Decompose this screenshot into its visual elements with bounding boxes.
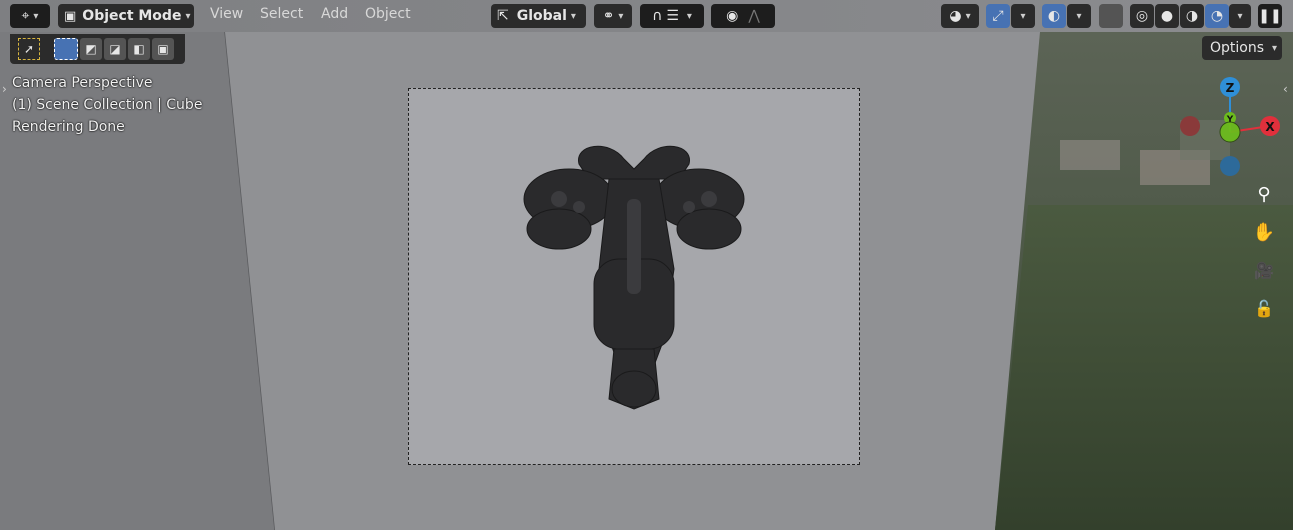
overlay-dropdown[interactable]: ▾ xyxy=(1067,4,1091,28)
chevron-down-icon: ▾ xyxy=(965,10,971,22)
shading-dropdown[interactable]: ▾ xyxy=(1229,4,1251,28)
zoom-icon: ⚲ xyxy=(1257,183,1271,205)
object-mode-icon: ▣ xyxy=(64,8,77,24)
extend-icon: ◩ xyxy=(85,42,97,56)
tool-settings-bar: ➚ ◩ ◪ ◧ ▣ xyxy=(10,34,185,64)
pause-render-button[interactable]: ❚❚ xyxy=(1258,4,1282,28)
snap-toggle[interactable]: ∩ ☰ ▾ xyxy=(640,4,704,28)
select-intersect-button[interactable]: ▣ xyxy=(152,38,174,60)
pan-hand-icon: ✋ xyxy=(1252,221,1276,243)
menu-object[interactable]: Object xyxy=(365,6,411,22)
rendered-sculpture-image xyxy=(523,145,745,410)
gizmo-toggle[interactable]: ⤢ xyxy=(986,4,1010,28)
chevron-down-icon: ▾ xyxy=(185,10,191,22)
render-status-label: Rendering Done xyxy=(12,119,125,135)
invert-icon: ◧ xyxy=(133,42,145,56)
camera-view-button[interactable]: 🎥 xyxy=(1250,256,1278,284)
chevron-down-icon: ▾ xyxy=(686,10,692,22)
pan-button[interactable]: ✋ xyxy=(1250,218,1278,246)
toolbar-expand-icon[interactable]: › xyxy=(2,82,7,96)
scene-collection-label: (1) Scene Collection | Cube xyxy=(12,97,203,113)
camera-frame xyxy=(408,88,860,465)
select-new-button[interactable] xyxy=(54,38,78,60)
select-subtract-button[interactable]: ◪ xyxy=(104,38,126,60)
menu-add[interactable]: Add xyxy=(321,6,348,22)
camera-perspective-label: Camera Perspective xyxy=(12,75,153,91)
pivot-icon: ⚭ xyxy=(602,8,615,24)
axis-z-label: Z xyxy=(1226,81,1235,95)
axis-neg-y-handle[interactable] xyxy=(1219,121,1241,143)
xray-toggle[interactable] xyxy=(1099,4,1123,28)
wireframe-shading-icon: ◎ xyxy=(1135,8,1149,24)
falloff-icon: ⋀ xyxy=(748,8,760,24)
lock-camera-button[interactable]: 🔓 xyxy=(1250,294,1278,322)
chevron-down-icon: ▾ xyxy=(1237,10,1243,22)
object-mode-dropdown[interactable]: ▣ Object Mode ▾ xyxy=(58,4,194,28)
snap-target-icon: ☰ xyxy=(666,8,679,24)
axis-neg-z-handle[interactable] xyxy=(1220,156,1240,176)
editor-type-icon: ⌖ xyxy=(21,8,30,24)
snap-icon: ∩ xyxy=(652,8,663,24)
wireframe-shading-button[interactable]: ◎ xyxy=(1130,4,1154,28)
chevron-down-icon: ▾ xyxy=(1076,10,1082,22)
solid-shading-button[interactable]: ● xyxy=(1155,4,1179,28)
subtract-icon: ◪ xyxy=(109,42,121,56)
overlay-icon: ◐ xyxy=(1047,8,1061,24)
orientation-icon: ⇱ xyxy=(497,8,509,24)
visibility-icon: ◕ xyxy=(949,8,962,24)
object-mode-label: Object Mode xyxy=(82,8,182,24)
pivot-dropdown[interactable]: ⚭ ▾ xyxy=(594,4,632,28)
intersect-icon: ▣ xyxy=(157,42,169,56)
material-shading-button[interactable]: ◑ xyxy=(1180,4,1204,28)
select-box-icon[interactable]: ➚ xyxy=(18,38,40,60)
rendered-shading-icon: ◔ xyxy=(1210,8,1224,24)
select-invert-button[interactable]: ◧ xyxy=(128,38,150,60)
gizmo-dropdown[interactable]: ▾ xyxy=(1011,4,1035,28)
axis-x-label: X xyxy=(1265,120,1275,134)
chevron-down-icon: ▾ xyxy=(1272,42,1278,54)
gizmo-icon: ⤢ xyxy=(992,8,1004,24)
axis-neg-x-handle[interactable] xyxy=(1180,116,1200,136)
3d-viewport[interactable]: ⌖ ▾ ▣ Object Mode ▾ View Select Add Objec… xyxy=(0,0,1293,530)
rendered-shading-button[interactable]: ◔ xyxy=(1205,4,1229,28)
solid-shading-icon: ● xyxy=(1160,8,1174,24)
pause-icon: ❚❚ xyxy=(1258,8,1282,24)
select-extend-button[interactable]: ◩ xyxy=(80,38,102,60)
chevron-down-icon: ▾ xyxy=(1020,10,1026,22)
overlay-toggle[interactable]: ◐ xyxy=(1042,4,1066,28)
chevron-down-icon: ▾ xyxy=(33,10,39,22)
viewport-header: ⌖ ▾ ▣ Object Mode ▾ View Select Add Objec… xyxy=(0,0,1293,32)
orientation-label: Global xyxy=(516,8,567,24)
menu-view[interactable]: View xyxy=(210,6,243,22)
chevron-down-icon: ▾ xyxy=(570,10,576,22)
zoom-button[interactable]: ⚲ xyxy=(1250,180,1278,208)
options-dropdown[interactable]: Options ▾ xyxy=(1202,36,1282,60)
chevron-down-icon: ▾ xyxy=(618,10,624,22)
camera-icon: 🎥 xyxy=(1254,260,1274,280)
menu-select[interactable]: Select xyxy=(260,6,303,22)
options-label: Options xyxy=(1210,40,1265,56)
proportional-edit-icon: ◉ xyxy=(726,8,739,24)
lock-icon: 🔓 xyxy=(1254,298,1274,318)
orientation-dropdown[interactable]: ⇱ Global ▾ xyxy=(491,4,586,28)
visibility-dropdown[interactable]: ◕ ▾ xyxy=(941,4,979,28)
material-shading-icon: ◑ xyxy=(1185,8,1199,24)
editor-type-button[interactable]: ⌖ ▾ xyxy=(10,4,50,28)
navigation-gizmo[interactable]: Z X Y xyxy=(1175,70,1290,180)
proportional-edit-toggle[interactable]: ◉ ⋀ xyxy=(711,4,775,28)
